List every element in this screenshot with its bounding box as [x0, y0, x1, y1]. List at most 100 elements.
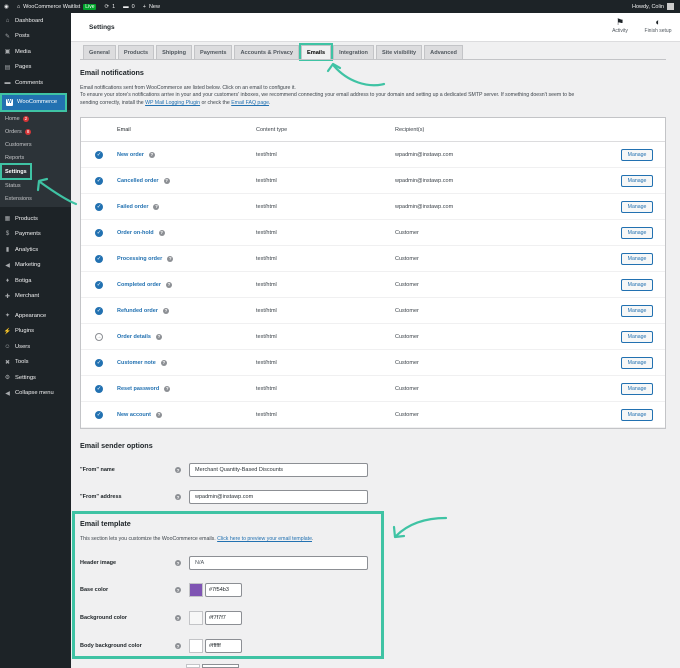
status-cell: ✓	[81, 358, 117, 367]
sidebar-item-posts[interactable]: ✎ Posts	[0, 29, 71, 45]
preview-template-link[interactable]: Click here to preview your email templat…	[217, 536, 312, 542]
from-name-input[interactable]: Merchant Quantity-Based Discounts	[189, 463, 368, 477]
submenu-item-reports[interactable]: Reports	[0, 151, 71, 164]
email-name-link[interactable]: Customer note	[117, 360, 156, 366]
sidebar-item-settings[interactable]: ⚙ Settings	[0, 370, 71, 386]
tab-advanced[interactable]: Advanced	[424, 45, 463, 59]
help-icon[interactable]: ?	[175, 560, 181, 566]
sidebar-item-media[interactable]: ▣ Media	[0, 44, 71, 60]
next-color-swatch[interactable]	[186, 664, 200, 668]
background-color-swatch[interactable]	[189, 611, 203, 625]
next-color-input[interactable]	[202, 664, 239, 668]
sidebar-item-plugins[interactable]: ⚡ Plugins	[0, 324, 71, 340]
email-name-link[interactable]: Cancelled order	[117, 178, 159, 184]
sidebar-item-woocommerce[interactable]: W WooCommerce	[0, 92, 67, 112]
email-name-link[interactable]: Completed order	[117, 282, 161, 288]
help-icon[interactable]: ?	[155, 333, 162, 340]
tab-accounts-privacy[interactable]: Accounts & Privacy	[234, 45, 300, 59]
manage-button[interactable]: Manage	[621, 330, 653, 343]
header-image-input[interactable]: N/A	[189, 556, 368, 570]
sidebar-item-merchant[interactable]: ✚ Merchant	[0, 289, 71, 305]
email-name-link[interactable]: Order on-hold	[117, 230, 154, 236]
manage-button[interactable]: Manage	[621, 174, 653, 187]
manage-button[interactable]: Manage	[621, 252, 653, 265]
sidebar-item-label: Tools	[15, 359, 29, 366]
body-background-swatch[interactable]	[189, 639, 203, 653]
help-icon[interactable]: ?	[164, 385, 171, 392]
from-address-input[interactable]: wpadmin@instawp.com	[189, 490, 368, 504]
help-icon[interactable]: ?	[160, 359, 167, 366]
base-color-input[interactable]: #7f54b3	[205, 583, 242, 597]
account-menu[interactable]: Howdy, Colin	[632, 3, 680, 10]
activity-button[interactable]: ⚑ Activity	[603, 17, 637, 34]
sidebar-item-botiga[interactable]: ♦ Botiga	[0, 273, 71, 289]
body-background-input[interactable]: #ffffff	[205, 639, 242, 653]
updates-link[interactable]: ⟳ 1	[100, 4, 119, 10]
help-icon[interactable]: ?	[175, 467, 181, 473]
help-icon[interactable]: ?	[175, 643, 181, 649]
tab-integration[interactable]: Integration	[333, 45, 374, 59]
tab-site-visibility[interactable]: Site visibility	[375, 45, 423, 59]
help-icon[interactable]: ?	[148, 151, 155, 158]
sidebar-item-marketing[interactable]: ◀ Marketing	[0, 258, 71, 274]
site-name-link[interactable]: ⌂ WooCommerce Waitlist Live	[13, 3, 101, 10]
from-address-row: "From" address ? wpadmin@instawp.com	[80, 490, 368, 504]
email-faq-link[interactable]: Email FAQ page	[231, 100, 269, 106]
submenu-item-settings[interactable]: Settings	[0, 163, 32, 180]
email-name-link[interactable]: Failed order	[117, 204, 148, 210]
email-name-link[interactable]: New account	[117, 412, 151, 418]
manage-button[interactable]: Manage	[621, 278, 653, 291]
wp-mail-logging-link[interactable]: WP Mail Logging Plugin	[145, 100, 200, 106]
email-name-link[interactable]: Order details	[117, 334, 151, 340]
recipient-cell: Customer	[395, 229, 419, 236]
help-icon[interactable]: ?	[175, 587, 181, 593]
sidebar-item-dashboard[interactable]: ⌂ Dashboard	[0, 13, 71, 29]
email-name-link[interactable]: Refunded order	[117, 308, 158, 314]
help-icon[interactable]: ?	[175, 615, 181, 621]
table-header: Email Content type Recipient(s)	[81, 118, 665, 142]
tab-emails[interactable]: Emails	[299, 43, 334, 61]
manage-button[interactable]: Manage	[621, 200, 653, 213]
help-icon[interactable]: ?	[155, 411, 162, 418]
comments-link[interactable]: ▬ 0	[119, 4, 139, 10]
email-name-link[interactable]: Reset password	[117, 386, 159, 392]
submenu-item-home[interactable]: Home 2	[0, 112, 71, 125]
sidebar-item-comments[interactable]: ▬ Comments	[0, 75, 71, 91]
manage-button[interactable]: Manage	[621, 226, 653, 239]
sidebar-item-pages[interactable]: ▤ Pages	[0, 60, 71, 76]
submenu-item-customers[interactable]: Customers	[0, 138, 71, 151]
sidebar-item-analytics[interactable]: ▮ Analytics	[0, 242, 71, 258]
submenu-item-orders[interactable]: Orders 8	[0, 125, 71, 138]
sidebar-item-users[interactable]: ☺ Users	[0, 339, 71, 355]
help-icon[interactable]: ?	[162, 307, 169, 314]
header-image-label: Header image	[80, 560, 117, 566]
help-icon[interactable]: ?	[163, 177, 170, 184]
tab-products[interactable]: Products	[117, 45, 155, 59]
help-icon[interactable]: ?	[153, 203, 160, 210]
manage-button[interactable]: Manage	[621, 408, 653, 421]
background-color-input[interactable]: #f7f7f7	[205, 611, 242, 625]
tab-payments[interactable]: Payments	[194, 45, 233, 59]
sidebar-item-collapse-menu[interactable]: ◀ Collapse menu	[0, 386, 71, 402]
tab-shipping[interactable]: Shipping	[156, 45, 193, 59]
email-name-link[interactable]: Processing order	[117, 256, 162, 262]
email-name-link[interactable]: New order	[117, 152, 144, 158]
manage-button[interactable]: Manage	[621, 148, 653, 161]
manage-button[interactable]: Manage	[621, 356, 653, 369]
sidebar-item-appearance[interactable]: ✦ Appearance	[0, 308, 71, 324]
wp-logo-icon[interactable]: ◉	[0, 4, 13, 10]
manage-button[interactable]: Manage	[621, 304, 653, 317]
email-name-cell: Order details?	[117, 333, 256, 340]
sidebar-item-products[interactable]: ▦ Products	[0, 211, 71, 227]
finish-setup-button[interactable]: ◐ Finish setup	[641, 17, 675, 34]
sidebar-item-tools[interactable]: ✖ Tools	[0, 355, 71, 371]
base-color-swatch[interactable]	[189, 583, 203, 597]
new-content-link[interactable]: + New	[139, 4, 164, 10]
help-icon[interactable]: ?	[175, 494, 181, 500]
sidebar-item-payments[interactable]: $ Payments	[0, 227, 71, 243]
manage-button[interactable]: Manage	[621, 382, 653, 395]
help-icon[interactable]: ?	[158, 229, 165, 236]
tab-general[interactable]: General	[83, 45, 116, 59]
help-icon[interactable]: ?	[166, 281, 173, 288]
help-icon[interactable]: ?	[167, 255, 174, 262]
